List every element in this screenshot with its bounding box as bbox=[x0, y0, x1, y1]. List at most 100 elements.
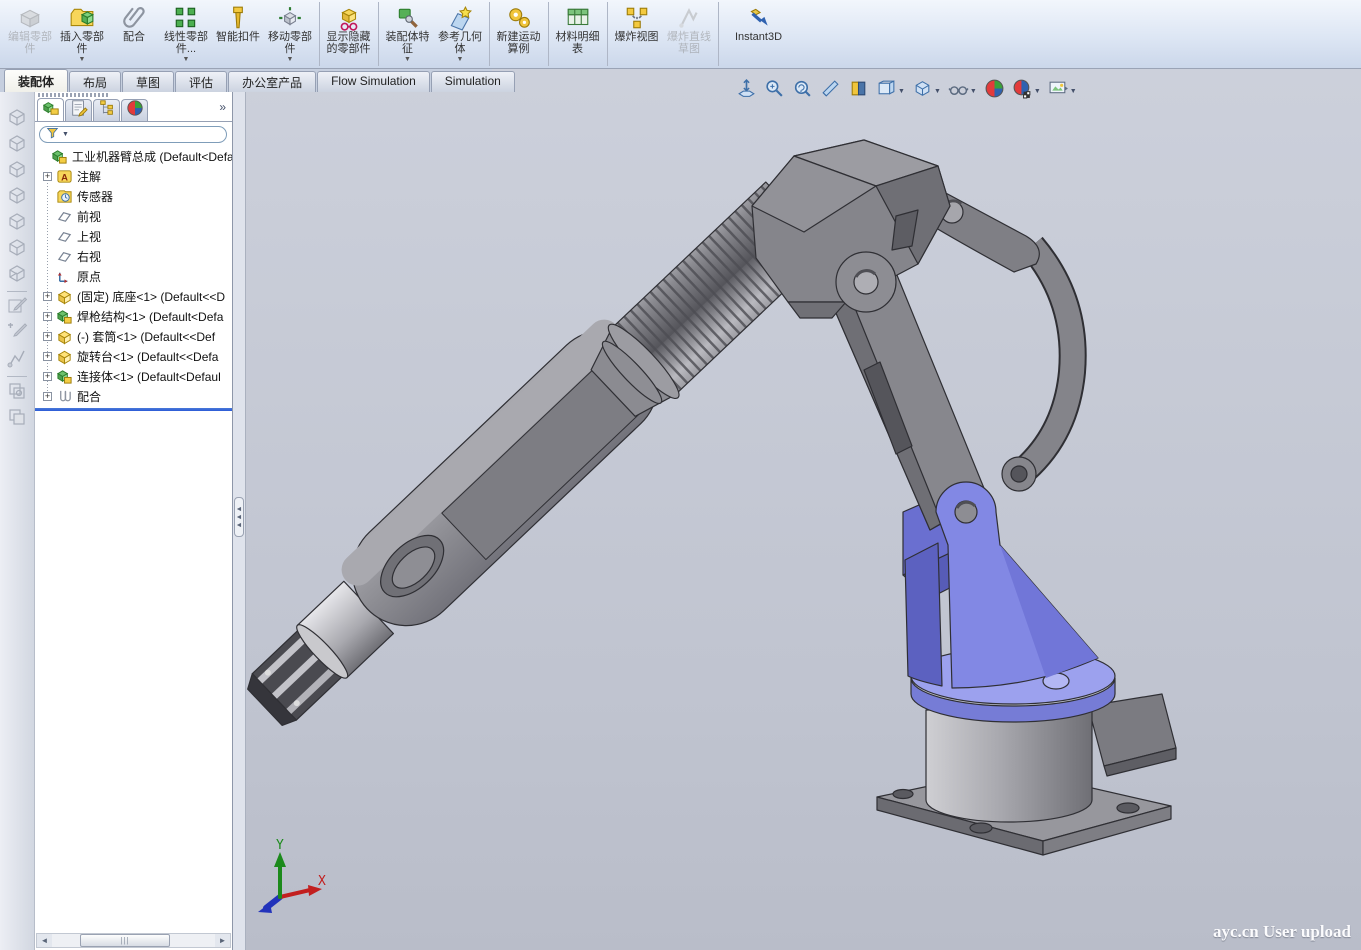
tree-component-turntable[interactable]: + 旋转台<1> (Default<<Defa bbox=[35, 346, 232, 366]
expand-toggle-icon[interactable]: + bbox=[43, 352, 52, 361]
mate[interactable]: 配合 ▼ bbox=[108, 2, 160, 66]
viewport-zoom-to-area[interactable]: ▼ bbox=[762, 77, 787, 105]
dropdown-caret-icon[interactable]: ▼ bbox=[287, 56, 294, 63]
dropdown-caret-icon[interactable]: ▼ bbox=[183, 56, 190, 63]
dropdown-caret-icon[interactable]: ▼ bbox=[1070, 88, 1077, 95]
tree-component-base[interactable]: + (固定) 底座<1> (Default<<D bbox=[35, 286, 232, 306]
select-body[interactable] bbox=[4, 406, 30, 432]
isometric-view[interactable] bbox=[4, 262, 30, 288]
move-component[interactable]: 移动零部件 ▼ bbox=[264, 2, 316, 66]
tree-sensors[interactable]: + 传感器 bbox=[35, 186, 232, 206]
3d-sketch[interactable] bbox=[4, 321, 30, 347]
expand-toggle-icon[interactable]: + bbox=[43, 372, 52, 381]
propertymanager-tab[interactable] bbox=[65, 99, 92, 121]
splitter-collapse-handle[interactable]: ◄◄◄ bbox=[234, 497, 244, 537]
expand-toggle-icon[interactable]: + bbox=[43, 172, 52, 181]
smart-fasteners[interactable]: 智能扣件 ▼ bbox=[212, 2, 264, 66]
tree-item-icon bbox=[56, 228, 73, 245]
viewport-edit-appearance[interactable]: ▼ bbox=[982, 77, 1007, 105]
tree-component-weld-gun[interactable]: + 焊枪结构<1> (Default<Defa bbox=[35, 306, 232, 326]
tree-item-label: 注解 bbox=[77, 168, 101, 185]
dropdown-caret-icon[interactable]: ▼ bbox=[1034, 88, 1041, 95]
sketch[interactable] bbox=[4, 295, 30, 321]
tree-right-plane[interactable]: + 右视 bbox=[35, 246, 232, 266]
dropdown-caret-icon[interactable]: ▼ bbox=[934, 88, 941, 95]
dropdown-caret-icon[interactable]: ▼ bbox=[898, 88, 905, 95]
tree-item-label: (-) 套筒<1> (Default<<Def bbox=[77, 328, 215, 345]
explode-line-sketch[interactable]: 爆炸直线草图 ▼ bbox=[663, 2, 715, 66]
viewport-hide-show-items[interactable]: ▼ bbox=[946, 77, 979, 105]
viewport-view-settings[interactable]: ▼ bbox=[1046, 77, 1079, 105]
dropdown-caret-icon[interactable]: ▼ bbox=[970, 88, 977, 95]
tab-flow-simulation[interactable]: Flow Simulation bbox=[317, 71, 430, 92]
panel-horizontal-scrollbar[interactable]: ◄ ||| ► bbox=[36, 933, 231, 948]
dropdown-caret-icon[interactable]: ▼ bbox=[79, 56, 86, 63]
tree-component-sleeve[interactable]: + (-) 套筒<1> (Default<<Def bbox=[35, 326, 232, 346]
tab-sketch[interactable]: 草图 bbox=[122, 71, 174, 92]
manager-tabs-overflow[interactable]: » bbox=[219, 100, 226, 114]
linear-component-pattern[interactable]: 线性零部件... ▼ bbox=[160, 2, 212, 66]
bottom-view[interactable] bbox=[4, 236, 30, 262]
edit-component[interactable]: 编辑零部件 ▼ bbox=[4, 2, 56, 66]
assembly-features[interactable]: 装配体特征 ▼ bbox=[378, 2, 434, 66]
featuremanager-tab[interactable] bbox=[37, 98, 64, 121]
tree-origin[interactable]: + 原点 bbox=[35, 266, 232, 286]
tab-layout[interactable]: 布局 bbox=[69, 71, 121, 92]
reference-geometry[interactable]: 参考几何体 ▼ bbox=[434, 2, 486, 66]
dropdown-caret-icon[interactable]: ▼ bbox=[457, 56, 464, 63]
tree-item-icon bbox=[56, 188, 73, 205]
new-motion-study[interactable]: 新建运动算例 ▼ bbox=[489, 2, 545, 66]
top-view[interactable] bbox=[4, 210, 30, 236]
rollback-bar[interactable] bbox=[35, 408, 232, 411]
robot-arm-model[interactable]: Y X bbox=[246, 69, 1361, 950]
manager-tab-icon bbox=[126, 99, 144, 122]
expand-toggle-icon[interactable]: + bbox=[43, 332, 52, 341]
expand-toggle-icon[interactable]: + bbox=[43, 392, 52, 401]
panel-splitter[interactable]: ◄◄◄ bbox=[233, 92, 246, 950]
expand-toggle-icon[interactable]: + bbox=[43, 292, 52, 301]
bill-of-materials[interactable]: 材料明细表 ▼ bbox=[548, 2, 604, 66]
show-hidden-components[interactable]: 显示隐藏的零部件 ▼ bbox=[319, 2, 375, 66]
tree-component-connector[interactable]: + 连接体<1> (Default<Defaul bbox=[35, 366, 232, 386]
back-view[interactable] bbox=[4, 132, 30, 158]
viewport-zoom-to-fit[interactable]: ▼ bbox=[734, 77, 759, 105]
tree-root-assembly[interactable]: + 工业机器臂总成 (Default<Defa bbox=[35, 146, 232, 166]
rapid-sketch[interactable] bbox=[4, 347, 30, 373]
viewport-section-view[interactable]: ▼ bbox=[818, 77, 843, 105]
tree-item-label: 上视 bbox=[77, 228, 101, 245]
filter-dropdown-caret[interactable]: ▼ bbox=[62, 131, 69, 138]
configurationmanager-tab[interactable] bbox=[93, 99, 120, 121]
dropdown-caret-icon[interactable]: ▼ bbox=[404, 56, 411, 63]
viewport-3d-drawing-view[interactable]: ▼ bbox=[846, 77, 871, 105]
insert-component[interactable]: 插入零部件 ▼ bbox=[56, 2, 108, 66]
select-component[interactable] bbox=[4, 380, 30, 406]
expand-toggle-icon[interactable]: + bbox=[43, 312, 52, 321]
tree-top-plane[interactable]: + 上视 bbox=[35, 226, 232, 246]
tree-filter[interactable]: ▼ bbox=[39, 126, 227, 143]
exploded-view[interactable]: 爆炸视图 ▼ bbox=[607, 2, 663, 66]
tab-office-products[interactable]: 办公室产品 bbox=[228, 71, 316, 92]
scroll-thumb[interactable]: ||| bbox=[80, 934, 170, 947]
tree-front-plane[interactable]: + 前视 bbox=[35, 206, 232, 226]
tab-evaluate[interactable]: 评估 bbox=[175, 71, 227, 92]
right-view[interactable] bbox=[4, 184, 30, 210]
viewport-view-orientation[interactable]: ▼ bbox=[874, 77, 907, 105]
toolbar-button-label: 智能扣件 bbox=[216, 32, 260, 44]
scroll-right-arrow[interactable]: ► bbox=[215, 934, 230, 947]
tab-assembly[interactable]: 装配体 bbox=[4, 69, 68, 92]
viewport-display-style[interactable]: ▼ bbox=[910, 77, 943, 105]
displaymanager-tab[interactable] bbox=[121, 99, 148, 121]
manager-tab-icon bbox=[98, 99, 116, 122]
tab-simulation[interactable]: Simulation bbox=[431, 71, 515, 92]
scroll-track[interactable]: ||| bbox=[52, 934, 215, 947]
viewport-previous-view[interactable]: ▼ bbox=[790, 77, 815, 105]
left-view[interactable] bbox=[4, 158, 30, 184]
viewport-apply-scene[interactable]: ▼ bbox=[1010, 77, 1043, 105]
tree-annotations[interactable]: + A 注解 bbox=[35, 166, 232, 186]
front-view[interactable] bbox=[4, 106, 30, 132]
panel-grip[interactable] bbox=[38, 93, 108, 97]
graphics-viewport[interactable]: Y X ▼ ▼ ▼ ▼ ▼ ▼ ▼ ▼ ▼ ▼ bbox=[246, 69, 1361, 950]
scroll-left-arrow[interactable]: ◄ bbox=[37, 934, 52, 947]
instant3d[interactable]: Instant3D ▼ bbox=[718, 2, 796, 66]
tree-mates[interactable]: + 配合 bbox=[35, 386, 232, 406]
